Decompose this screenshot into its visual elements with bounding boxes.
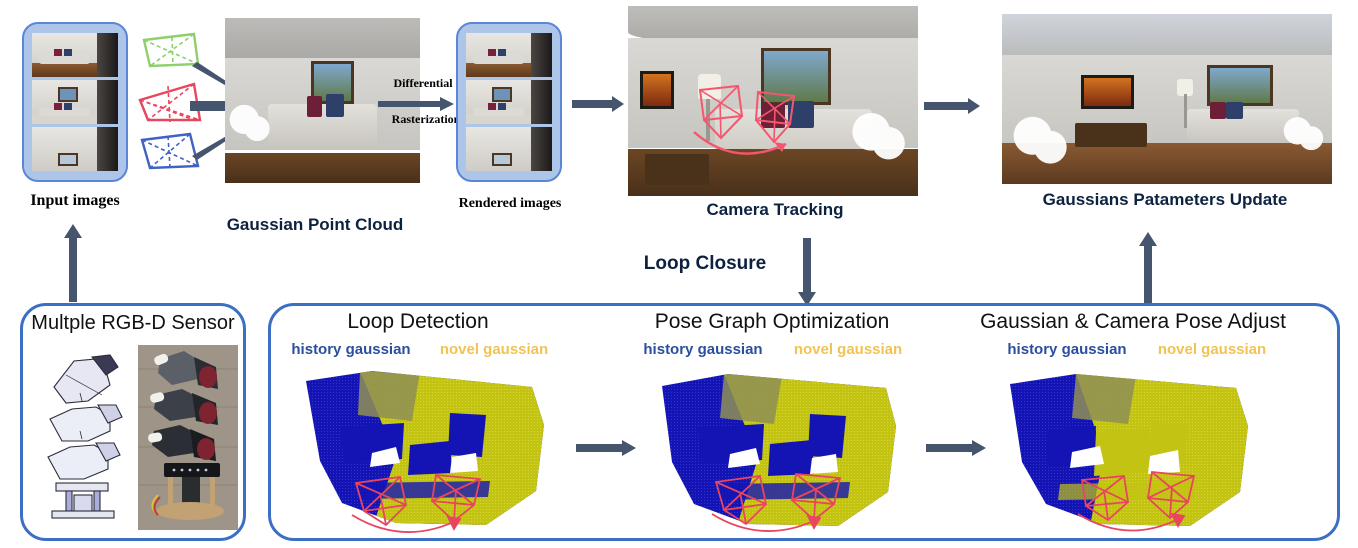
legend-novel-gaussian: novel gaussian	[439, 341, 549, 358]
rendered-thumbnail	[466, 33, 552, 77]
input-images-stack	[22, 22, 128, 182]
sensor-panel-title: Multple RGB-D Sensor	[31, 312, 235, 334]
gaussians-update-label: Gaussians Patameters Update	[1042, 190, 1288, 209]
arrow-up-icon	[64, 224, 82, 302]
pose-adjust-pointcloud	[1000, 368, 1250, 536]
loop-detection-title: Loop Detection	[347, 310, 489, 333]
input-thumbnail	[32, 80, 118, 124]
pose-graph-pointcloud	[650, 368, 900, 536]
sensor-cad-drawing	[36, 345, 134, 530]
input-thumbnail	[32, 127, 118, 171]
input-thumbnail	[32, 33, 118, 77]
loop-detection-pointcloud	[300, 365, 550, 535]
rendered-images-label: Rendered images	[458, 196, 562, 211]
legend-history-gaussian: history gaussian	[1007, 341, 1127, 358]
legend-history-gaussian: history gaussian	[291, 341, 411, 358]
loop-closure-label: Loop Closure	[643, 253, 767, 274]
arrow-right-icon	[572, 96, 624, 112]
legend-novel-gaussian: novel gaussian	[1157, 341, 1267, 358]
rendered-thumbnail	[466, 127, 552, 171]
arrow-right-icon	[926, 440, 986, 456]
gaussian-point-cloud-label: Gaussian Point Cloud	[226, 215, 404, 234]
legend-novel-gaussian: novel gaussian	[793, 341, 903, 358]
arrow-down-icon	[798, 238, 816, 306]
gaussians-update-render	[1002, 14, 1332, 184]
gaussian-camera-pose-adjust-title: Gaussian & Camera Pose Adjust	[980, 310, 1286, 333]
arrow-up-icon	[1139, 232, 1157, 306]
rendered-thumbnail	[466, 80, 552, 124]
camera-tracking-label: Camera Tracking	[706, 200, 844, 219]
camera-trajectory-overlay	[690, 82, 820, 162]
legend-history-gaussian: history gaussian	[643, 341, 763, 358]
arrow-right-icon	[924, 98, 980, 114]
rendered-images-stack	[456, 22, 562, 182]
arrow-right-icon	[576, 440, 636, 456]
pose-graph-optimization-title: Pose Graph Optimization	[654, 310, 890, 333]
arrow-right-icon	[378, 97, 454, 111]
sensor-photograph	[138, 345, 238, 530]
input-images-label: Input images	[30, 192, 120, 209]
